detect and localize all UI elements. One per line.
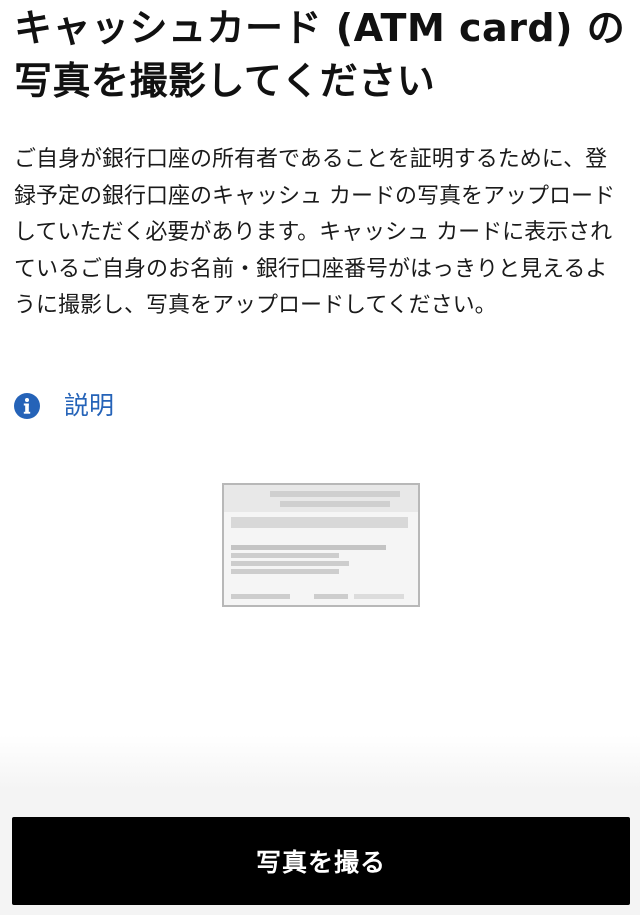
page-title: キャッシュカード (ATM card) の写真を撮影してください [14,6,626,103]
take-photo-button[interactable]: 写真を撮る [12,817,630,905]
atm-card-placeholder-icon [222,483,420,607]
explanation-link[interactable]: 説明 [14,386,114,426]
info-icon [14,393,40,419]
bottom-fade [0,735,640,790]
explanation-link-label: 説明 [64,391,115,420]
instructions-text: ご自身が銀行口座の所有者であることを証明するために、登録予定の銀行口座のキャッシ… [14,147,615,318]
page: キャッシュカード (ATM card) の写真を撮影してください ご自身が銀行口… [0,0,640,915]
